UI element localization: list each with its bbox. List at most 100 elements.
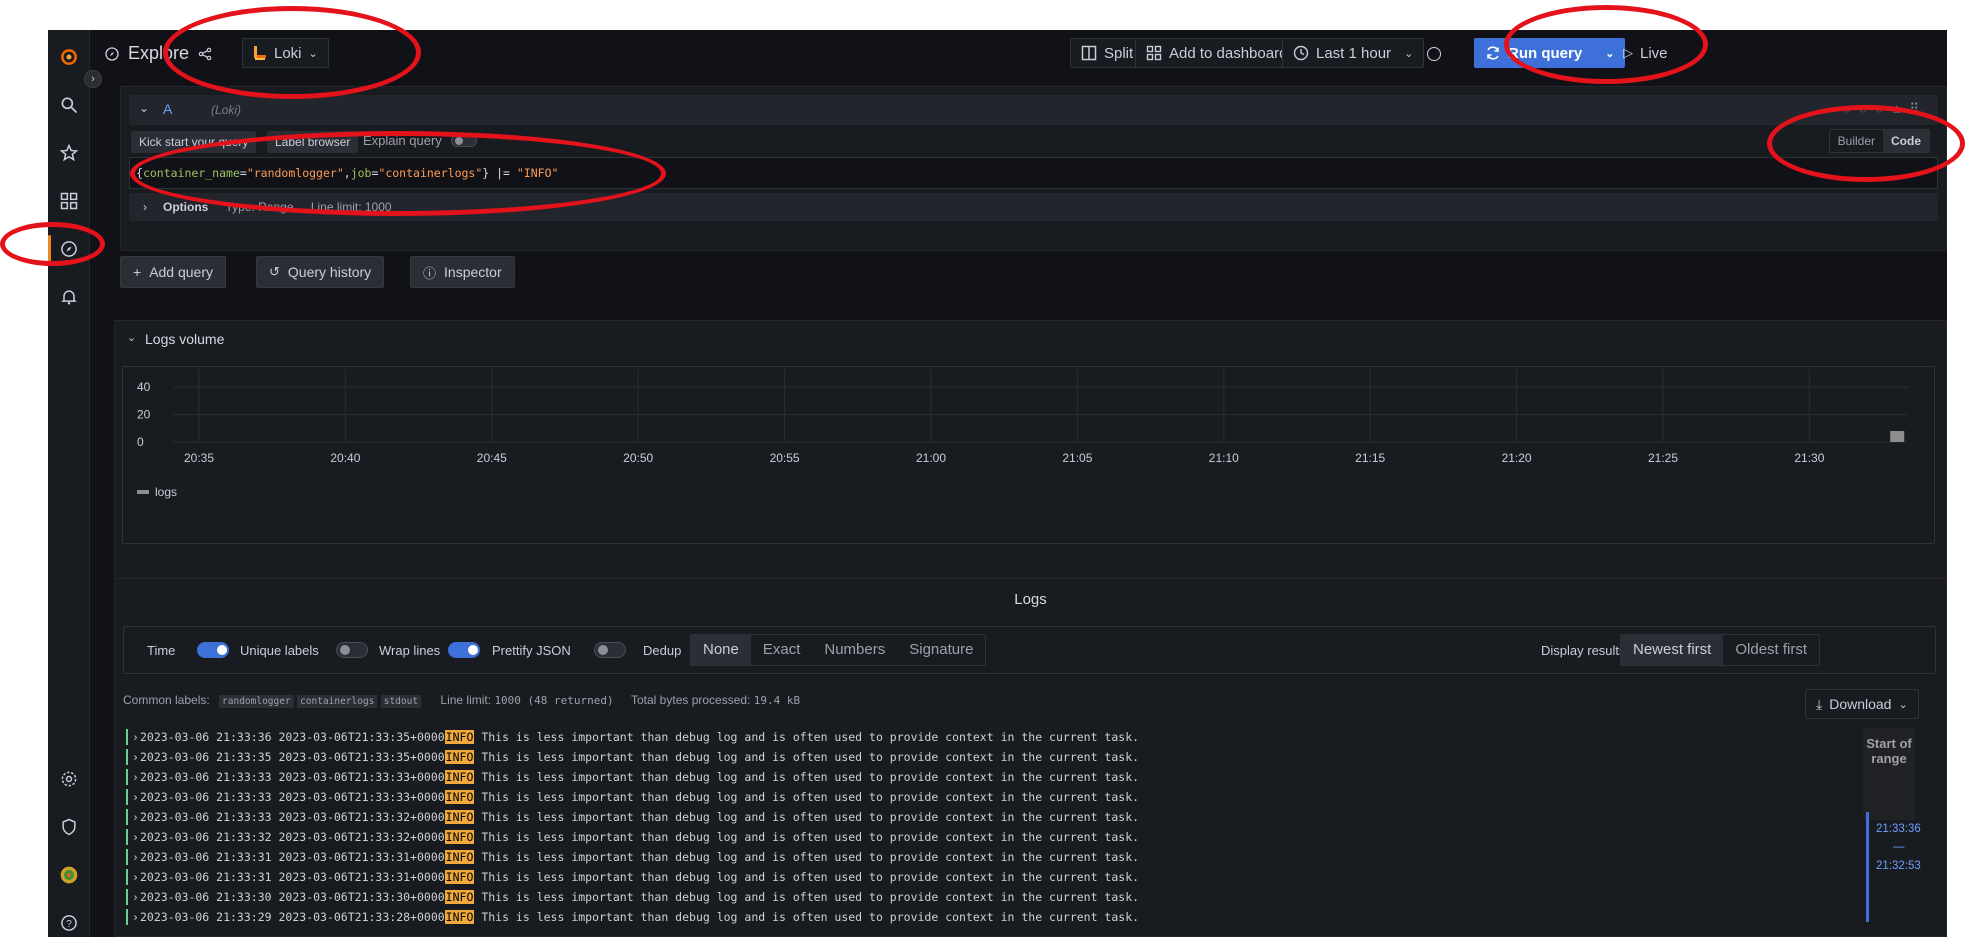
- help-icon[interactable]: ?: [56, 910, 82, 936]
- play-icon: ▷: [1623, 45, 1633, 60]
- star-icon[interactable]: [56, 140, 82, 166]
- common-label-chip: stdout: [380, 695, 422, 708]
- log-time: 2023-03-06 21:33:32: [140, 830, 272, 844]
- logs-volume-title: Logs volume: [145, 331, 225, 347]
- dedup-selector: None Exact Numbers Signature: [690, 634, 987, 666]
- mode-code-button[interactable]: Code: [1883, 130, 1929, 152]
- unique-labels-toggle[interactable]: [336, 642, 368, 658]
- log-level: INFO: [444, 870, 475, 884]
- add-query-button[interactable]: + Add query: [120, 256, 227, 288]
- search-icon[interactable]: [56, 92, 82, 118]
- log-row[interactable]: › 2023-03-06 21:33:29 2023-03-06T21:33:28…: [124, 907, 1524, 927]
- page-title: Explore: [104, 43, 213, 64]
- y-tick-label: 20: [137, 408, 151, 422]
- x-tick-label: 21:15: [1355, 451, 1385, 465]
- volume-bar[interactable]: [1890, 431, 1905, 442]
- datasource-picker[interactable]: Loki ⌄: [242, 38, 329, 68]
- log-message: This is less important than debug log an…: [481, 750, 1140, 764]
- live-button[interactable]: ▷ Live: [1612, 38, 1679, 68]
- log-timestamp: 2023-03-06T21:33:31+0000: [278, 850, 445, 864]
- active-indicator: [48, 235, 51, 263]
- add-to-dashboard-label: Add to dashboard: [1169, 44, 1288, 62]
- chevron-right-icon: ›: [132, 730, 139, 744]
- kick-start-button[interactable]: Kick start your query: [131, 131, 257, 153]
- mode-builder-button[interactable]: Builder: [1830, 130, 1883, 152]
- chevron-right-icon: ›: [132, 850, 139, 864]
- split-button[interactable]: Split: [1070, 38, 1145, 68]
- explore-compass-icon[interactable]: [56, 236, 82, 262]
- chevron-right-icon: ›: [132, 790, 139, 804]
- grafana-explore: ? › Explore Loki ⌄ Split Add to dashboar…: [48, 30, 1947, 937]
- log-row[interactable]: › 2023-03-06 21:33:33 2023-03-06T21:33:33…: [124, 787, 1524, 807]
- bytes-processed-value: 19.4 kB: [753, 694, 801, 707]
- page-title-text: Explore: [128, 43, 190, 63]
- run-query-button[interactable]: Run query ⌄: [1474, 38, 1626, 68]
- newest-first-button[interactable]: Newest first: [1621, 635, 1724, 665]
- log-level: INFO: [444, 810, 475, 824]
- wrap-lines-toggle[interactable]: [448, 642, 480, 658]
- oldest-first-button[interactable]: Oldest first: [1723, 635, 1819, 665]
- log-row[interactable]: › 2023-03-06 21:33:31 2023-03-06T21:33:31…: [124, 847, 1524, 867]
- start-of-range-button[interactable]: Start of range: [1863, 728, 1915, 820]
- collapse-icon[interactable]: ⌄: [139, 101, 149, 115]
- gear-icon[interactable]: [56, 766, 82, 792]
- dashboards-icon[interactable]: [56, 188, 82, 214]
- prettify-json-toggle[interactable]: [594, 642, 626, 658]
- x-tick-label: 21:30: [1794, 451, 1824, 465]
- query-history-button[interactable]: ↺ Query history: [256, 256, 385, 288]
- download-icon: ⤓: [1816, 695, 1823, 712]
- log-message: This is less important than debug log an…: [481, 810, 1140, 824]
- explain-query-toggle[interactable]: [451, 134, 477, 147]
- shield-icon[interactable]: [56, 814, 82, 840]
- log-time: 2023-03-06 21:33:33: [140, 790, 272, 804]
- log-level: INFO: [444, 750, 475, 764]
- range-bottom: 21:32:53: [1876, 860, 1921, 872]
- query-actions-icons[interactable]: ◌◌◌⌂⠿: [1842, 101, 1928, 117]
- log-time: 2023-03-06 21:33:31: [140, 850, 272, 864]
- grafana-logo-icon[interactable]: [56, 44, 82, 70]
- log-row[interactable]: › 2023-03-06 21:33:35 2023-03-06T21:33:35…: [124, 747, 1524, 767]
- chevron-down-icon[interactable]: ⌄: [127, 331, 136, 344]
- common-label-chip: containerlogs: [297, 695, 378, 708]
- info-icon: ⓘ: [423, 265, 437, 281]
- chevron-right-icon: ›: [132, 830, 139, 844]
- dedup-signature[interactable]: Signature: [897, 635, 985, 665]
- dedup-exact[interactable]: Exact: [751, 635, 813, 665]
- share-icon[interactable]: [197, 46, 213, 62]
- log-row[interactable]: › 2023-03-06 21:33:33 2023-03-06T21:33:33…: [124, 767, 1524, 787]
- inspector-button[interactable]: ⓘ Inspector: [410, 256, 515, 288]
- query-options[interactable]: › Options Type: Range Line limit: 1000: [129, 193, 1938, 221]
- label-browser-button[interactable]: Label browser: [267, 131, 359, 153]
- log-row[interactable]: › 2023-03-06 21:33:32 2023-03-06T21:33:32…: [124, 827, 1524, 847]
- legend-label[interactable]: logs: [155, 485, 177, 499]
- plus-icon: +: [133, 264, 142, 280]
- log-message: This is less important than debug log an…: [481, 770, 1140, 784]
- download-button[interactable]: ⤓ Download ⌄: [1805, 689, 1919, 719]
- log-row[interactable]: › 2023-03-06 21:33:31 2023-03-06T21:33:31…: [124, 867, 1524, 887]
- add-to-dashboard-button[interactable]: Add to dashboard: [1135, 38, 1303, 68]
- dedup-none[interactable]: None: [691, 635, 751, 665]
- chevron-right-icon: ›: [132, 770, 139, 784]
- zoom-out-icon[interactable]: [1427, 47, 1441, 61]
- query-ref-id[interactable]: A: [163, 101, 172, 117]
- avatar[interactable]: [56, 862, 82, 888]
- editor-mode-switch: Builder Code: [1828, 129, 1930, 153]
- range-top: 21:33:36: [1876, 823, 1921, 835]
- log-row[interactable]: › 2023-03-06 21:33:30 2023-03-06T21:33:30…: [124, 887, 1524, 907]
- bell-icon[interactable]: [56, 284, 82, 310]
- log-row[interactable]: › 2023-03-06 21:33:36 2023-03-06T21:33:35…: [124, 727, 1524, 747]
- time-range-label: Last 1 hour: [1316, 44, 1392, 62]
- dedup-numbers[interactable]: Numbers: [812, 635, 897, 665]
- query-editor[interactable]: {container_name="randomlogger",job="cont…: [129, 157, 1938, 189]
- expand-sidebar-button[interactable]: ›: [84, 70, 102, 88]
- chevron-down-icon: ⌄: [308, 47, 318, 60]
- query-row: ⌄ A (Loki) ◌◌◌⌂⠿ Kick start your query L…: [120, 86, 1947, 251]
- logs-title: Logs: [1014, 591, 1047, 608]
- log-row[interactable]: › 2023-03-06 21:33:33 2023-03-06T21:33:32…: [124, 807, 1524, 827]
- x-tick-label: 20:35: [184, 451, 214, 465]
- time-toggle[interactable]: [197, 642, 229, 658]
- split-icon: [1081, 45, 1097, 61]
- y-tick-label: 0: [137, 435, 144, 449]
- time-range-picker[interactable]: Last 1 hour ⌄: [1282, 38, 1425, 68]
- sync-icon: [1487, 46, 1499, 60]
